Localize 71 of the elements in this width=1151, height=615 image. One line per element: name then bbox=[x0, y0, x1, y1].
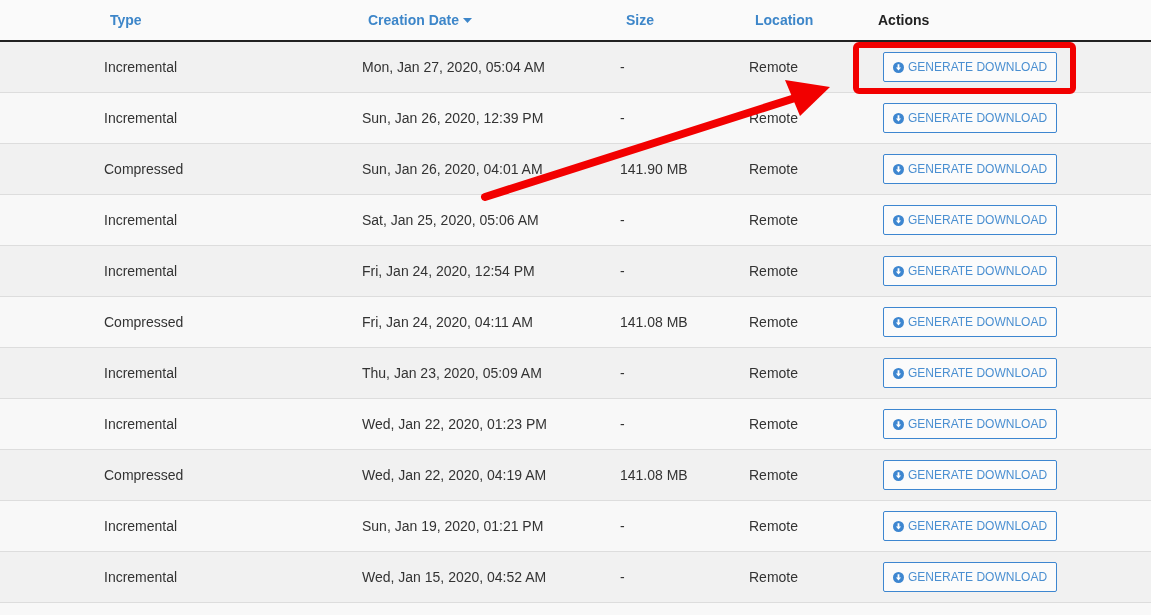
generate-download-button[interactable]: GENERATE DOWNLOAD bbox=[883, 103, 1058, 133]
type-cell-text: Incremental bbox=[104, 212, 179, 228]
date-cell-text: Sun, Jan 26, 2020, 12:39 PM bbox=[362, 110, 545, 126]
size-cell-text: - bbox=[620, 110, 626, 126]
generate-download-button[interactable]: GENERATE DOWNLOAD bbox=[883, 307, 1058, 337]
generate-download-button[interactable]: GENERATE DOWNLOAD bbox=[883, 154, 1058, 184]
location-cell-text: Remote bbox=[749, 518, 800, 534]
generate-download-button[interactable]: GENERATE DOWNLOAD bbox=[883, 460, 1058, 490]
type-cell-text: Incremental bbox=[104, 518, 179, 534]
generate-download-button[interactable]: GENERATE DOWNLOAD bbox=[883, 562, 1058, 592]
download-icon bbox=[893, 367, 904, 379]
column-header[interactable]: Size bbox=[620, 12, 749, 28]
type-cell-text: Incremental bbox=[104, 416, 179, 432]
location-cell-text: Remote bbox=[749, 59, 800, 75]
size-cell-text: - bbox=[620, 518, 626, 534]
generate-download-button[interactable]: GENERATE DOWNLOAD bbox=[883, 52, 1058, 82]
download-icon bbox=[893, 214, 904, 226]
download-icon bbox=[893, 520, 904, 532]
sort-caret-icon bbox=[463, 17, 473, 23]
date-cell-text: Sun, Jan 26, 2020, 04:01 AM bbox=[362, 161, 544, 177]
size-cell-text: 141.90 MB bbox=[620, 161, 689, 177]
generate-download-button[interactable]: GENERATE DOWNLOAD bbox=[883, 511, 1058, 541]
type-cell-text: Incremental bbox=[104, 569, 179, 585]
size-cell-text: - bbox=[620, 263, 626, 279]
download-icon bbox=[893, 571, 904, 583]
size-cell-text: - bbox=[620, 416, 626, 432]
date-cell-text: Wed, Jan 22, 2020, 01:23 PM bbox=[362, 416, 548, 432]
type-cell-text: Incremental bbox=[104, 110, 179, 126]
type-cell-text: Compressed bbox=[104, 467, 185, 483]
date-cell-text: Sat, Jan 25, 2020, 05:06 AM bbox=[362, 212, 540, 228]
location-cell-text: Remote bbox=[749, 569, 800, 585]
location-cell-text: Remote bbox=[749, 314, 800, 330]
generate-download-button[interactable]: GENERATE DOWNLOAD bbox=[883, 205, 1058, 235]
download-icon bbox=[893, 469, 904, 481]
type-cell-text: Compressed bbox=[104, 161, 185, 177]
download-icon bbox=[893, 418, 904, 430]
size-cell-text: - bbox=[620, 569, 626, 585]
date-cell-text: Wed, Jan 15, 2020, 04:52 AM bbox=[362, 569, 548, 585]
date-cell-text: Mon, Jan 27, 2020, 05:04 AM bbox=[362, 59, 546, 75]
location-cell-text: Remote bbox=[749, 467, 800, 483]
generate-download-button[interactable]: GENERATE DOWNLOAD bbox=[883, 256, 1058, 286]
download-icon bbox=[893, 265, 904, 277]
column-header: Actions bbox=[878, 12, 931, 28]
date-cell-text: Fri, Jan 24, 2020, 12:54 PM bbox=[362, 263, 536, 279]
column-header[interactable]: Creation Date bbox=[362, 12, 620, 28]
location-cell-text: Remote bbox=[749, 365, 800, 381]
size-cell-text: 141.08 MB bbox=[620, 467, 689, 483]
size-cell-text: - bbox=[620, 212, 626, 228]
date-cell-text: Sun, Jan 19, 2020, 01:21 PM bbox=[362, 518, 545, 534]
download-icon bbox=[893, 316, 904, 328]
size-cell-text: - bbox=[620, 365, 626, 381]
type-cell-text: Incremental bbox=[104, 263, 179, 279]
type-cell-text: Compressed bbox=[104, 314, 185, 330]
download-icon bbox=[893, 112, 904, 124]
type-cell-text: Incremental bbox=[104, 365, 179, 381]
location-cell-text: Remote bbox=[749, 263, 800, 279]
date-cell-text: Wed, Jan 22, 2020, 04:19 AM bbox=[362, 467, 548, 483]
generate-download-button[interactable]: GENERATE DOWNLOAD bbox=[883, 409, 1058, 439]
type-cell-text: Incremental bbox=[104, 59, 179, 75]
location-cell-text: Remote bbox=[749, 161, 800, 177]
download-icon bbox=[893, 163, 904, 175]
location-cell-text: Remote bbox=[749, 416, 800, 432]
location-cell-text: Remote bbox=[749, 212, 800, 228]
download-icon bbox=[893, 61, 904, 73]
size-cell-text: 141.08 MB bbox=[620, 314, 689, 330]
column-header[interactable]: Location bbox=[749, 12, 878, 28]
generate-download-button[interactable]: GENERATE DOWNLOAD bbox=[883, 358, 1058, 388]
column-header[interactable]: Type bbox=[104, 12, 362, 28]
size-cell-text: - bbox=[620, 59, 626, 75]
date-cell-text: Thu, Jan 23, 2020, 05:09 AM bbox=[362, 365, 543, 381]
date-cell-text: Fri, Jan 24, 2020, 04:11 AM bbox=[362, 314, 534, 330]
